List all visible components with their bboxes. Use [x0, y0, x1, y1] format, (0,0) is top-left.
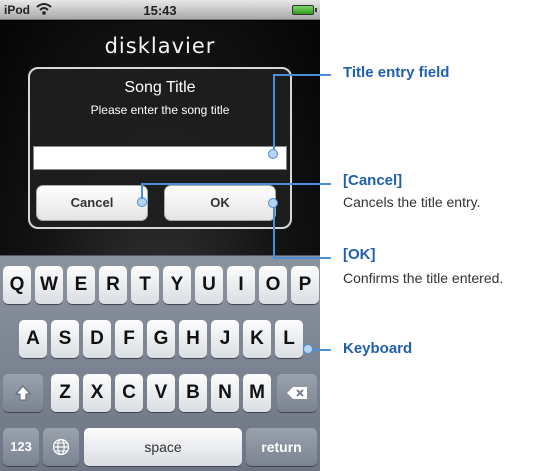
space-key[interactable]: space [84, 428, 242, 466]
key-v[interactable]: V [147, 374, 175, 412]
backspace-key[interactable] [277, 374, 317, 412]
keyboard-leader-h [312, 349, 331, 351]
device-screen: iPod 15:43 disklavier Song Title Please … [0, 0, 320, 471]
key-w[interactable]: W [35, 266, 63, 304]
title-field-leader-h [273, 74, 331, 76]
backspace-icon [287, 387, 307, 399]
key-q[interactable]: Q [3, 266, 31, 304]
key-n[interactable]: N [211, 374, 239, 412]
globe-key[interactable] [43, 428, 79, 466]
shift-arrow-icon [14, 385, 32, 401]
ok-callout-title: [OK] [343, 246, 376, 263]
key-i[interactable]: I [227, 266, 255, 304]
key-j[interactable]: J [211, 320, 239, 358]
globe-icon [52, 438, 70, 456]
song-title-dialog: Song Title Please enter the song title C… [28, 67, 292, 229]
numbers-key[interactable]: 123 [3, 428, 39, 466]
key-h[interactable]: H [179, 320, 207, 358]
ok-button[interactable]: OK [164, 185, 276, 221]
ok-callout-desc: Confirms the title entered. [343, 270, 504, 286]
title-field-marker [268, 149, 278, 159]
key-b[interactable]: B [179, 374, 207, 412]
key-s[interactable]: S [51, 320, 79, 358]
key-y[interactable]: Y [163, 266, 191, 304]
ok-leader-h [273, 257, 331, 259]
key-a[interactable]: A [19, 320, 47, 358]
cancel-leader-h [141, 183, 331, 185]
key-g[interactable]: G [147, 320, 175, 358]
keyboard: Q W E R T Y U I O P A S D F G H J K L Z … [0, 255, 320, 471]
title-input[interactable] [33, 146, 287, 170]
key-m[interactable]: M [243, 374, 271, 412]
key-e[interactable]: E [67, 266, 95, 304]
key-u[interactable]: U [195, 266, 223, 304]
shift-key[interactable] [3, 374, 43, 412]
cancel-callout-desc: Cancels the title entry. [343, 194, 481, 210]
key-z[interactable]: Z [51, 374, 79, 412]
clock: 15:43 [143, 3, 177, 18]
dialog-message: Please enter the song title [90, 103, 230, 117]
title-field-leader-v [273, 74, 275, 150]
keyboard-callout: Keyboard [343, 340, 413, 357]
dialog-title: Song Title [124, 79, 196, 96]
key-p[interactable]: P [291, 266, 319, 304]
key-r[interactable]: R [99, 266, 127, 304]
app-logo: disklavier [104, 34, 216, 58]
key-k[interactable]: K [243, 320, 271, 358]
status-bar: iPod 15:43 [0, 0, 320, 20]
cancel-button[interactable]: Cancel [36, 185, 148, 221]
key-t[interactable]: T [131, 266, 159, 304]
title-field-callout: Title entry field [343, 64, 450, 81]
return-key[interactable]: return [246, 428, 317, 466]
key-f[interactable]: F [115, 320, 143, 358]
key-l[interactable]: L [275, 320, 303, 358]
cancel-callout-title: [Cancel] [343, 172, 403, 189]
key-x[interactable]: X [83, 374, 111, 412]
ok-leader-v [273, 207, 275, 259]
battery-icon [292, 5, 317, 15]
cancel-leader-v [141, 183, 143, 199]
key-c[interactable]: C [115, 374, 143, 412]
key-d[interactable]: D [83, 320, 111, 358]
key-o[interactable]: O [259, 266, 287, 304]
